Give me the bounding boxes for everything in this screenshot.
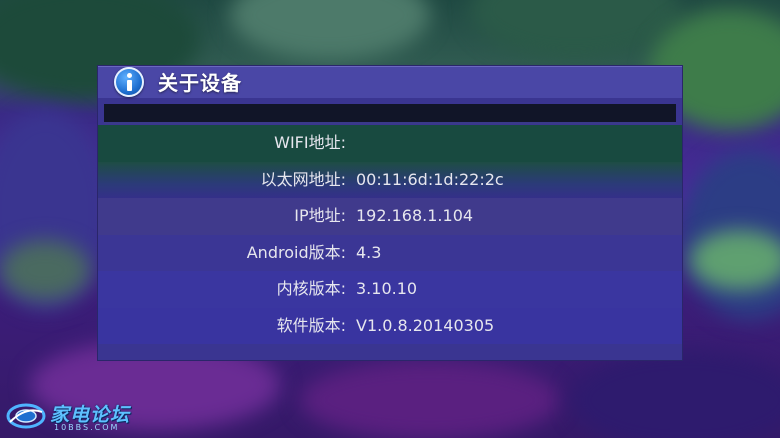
info-value: V1.0.8.20140305: [356, 315, 495, 335]
info-label: WIFI地址:: [274, 133, 346, 152]
info-row-kernel-version: 内核版本: 3.10.10: [98, 271, 682, 308]
info-label: 软件版本:: [276, 315, 346, 335]
info-value: 3.10.10: [356, 279, 418, 298]
info-icon: [114, 67, 144, 97]
info-row-software-version: 软件版本: V1.0.8.20140305: [98, 307, 682, 344]
info-row-wifi-address: WIFI地址:: [98, 125, 682, 162]
forum-watermark-logo: 家电论坛 10BBS.COM: [6, 400, 136, 434]
info-row-android-version: Android版本: 4.3: [98, 234, 682, 271]
about-device-dialog: 关于设备 WIFI地址: 以太网地址: 00:11:6d:1d:22:2c IP…: [98, 66, 682, 360]
info-label: 以太网地址:: [260, 169, 346, 189]
info-value: 00:11:6d:1d:22:2c: [356, 169, 504, 189]
swirl-logo-icon: [6, 403, 46, 429]
info-value: 192.168.1.104: [356, 206, 474, 225]
dialog-header: 关于设备: [98, 66, 682, 98]
info-value: 4.3: [356, 242, 382, 262]
watermark-subtext: 10BBS.COM: [54, 423, 120, 432]
dialog-title: 关于设备: [158, 71, 242, 95]
device-info-list: WIFI地址: 以太网地址: 00:11:6d:1d:22:2c IP地址: 1…: [98, 125, 682, 344]
info-label: Android版本:: [246, 242, 346, 262]
info-row-ip-address: IP地址: 192.168.1.104: [98, 198, 682, 235]
info-label: IP地址:: [294, 206, 346, 225]
info-label: 内核版本:: [276, 279, 346, 298]
info-row-ethernet-address: 以太网地址: 00:11:6d:1d:22:2c: [98, 161, 682, 198]
dialog-divider: [104, 104, 676, 124]
